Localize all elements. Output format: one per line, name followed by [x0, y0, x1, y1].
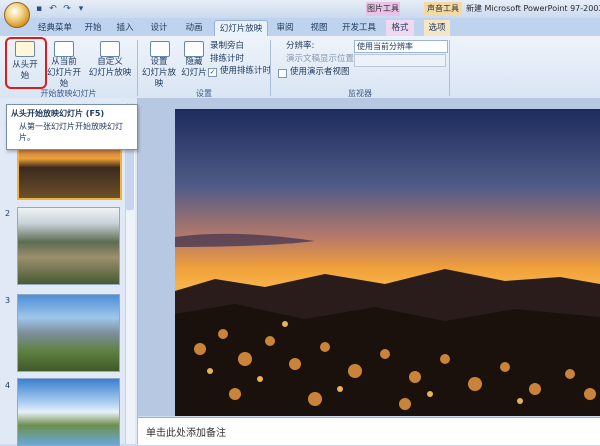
customize-toolbar-icon[interactable]: ▾ [76, 4, 86, 14]
office-button[interactable] [4, 2, 30, 28]
presenter-view-checkbox[interactable] [278, 69, 287, 78]
slide-thumbnail[interactable] [17, 378, 120, 446]
resolution-label: 分辨率: [286, 41, 315, 51]
hide-label-2: 幻灯片 [181, 68, 207, 78]
save-icon[interactable]: ▪ [34, 4, 44, 14]
custom-show-label-1: 自定义 [97, 57, 123, 67]
resolution-value: 使用当前分辨率 [357, 42, 413, 51]
sunset-photo [175, 109, 600, 416]
tab-format[interactable]: 格式 [386, 20, 414, 36]
hide-label-1: 隐藏 [185, 57, 203, 67]
from-current-label-1: 从当前 [51, 57, 77, 67]
notes-pane[interactable]: 单击此处添加备注 [138, 417, 600, 445]
show-on-dropdown[interactable] [354, 54, 446, 67]
window-title: 新建 Microsoft PowerPoint 97-2003 [466, 4, 600, 13]
setup-label-2: 幻灯片放映 [141, 68, 176, 89]
from-current-label-2: 幻灯片开始 [46, 68, 81, 89]
highlight-ring [5, 37, 47, 89]
tab-classic-menu[interactable]: 经典菜单 [34, 20, 76, 36]
slide-number: 3 [5, 296, 11, 305]
custom-slide-show-button[interactable]: 自定义 幻灯片放映 [88, 41, 132, 79]
tab-insert[interactable]: 插入 [112, 20, 138, 36]
tab-slide-show[interactable]: 幻灯片放映 [214, 20, 268, 37]
slide-thumbnail[interactable] [17, 294, 120, 372]
custom-show-icon [100, 41, 120, 57]
tab-options[interactable]: 选项 [424, 20, 450, 36]
custom-show-label-2: 幻灯片放映 [88, 68, 132, 78]
redo-icon[interactable]: ↷ [62, 4, 72, 14]
tooltip: 从头开始放映幻灯片 (F5) 从第一张幻灯片开始放映幻灯片。 [6, 104, 138, 150]
set-up-slide-show-button[interactable]: 设置 幻灯片放映 [140, 41, 178, 90]
setup-icon [150, 41, 170, 57]
resolution-dropdown[interactable]: 使用当前分辨率 [354, 40, 448, 53]
tooltip-body: 从第一张幻灯片开始放映幻灯片。 [19, 122, 123, 142]
record-narration-button[interactable]: 录制旁白 [210, 41, 244, 52]
slide-thumbnail[interactable] [17, 207, 120, 285]
group-divider [449, 40, 450, 96]
tab-design[interactable]: 设计 [146, 20, 172, 36]
hide-slide-icon [184, 41, 204, 57]
tab-home[interactable]: 开始 [80, 20, 106, 36]
current-slide[interactable] [175, 109, 600, 416]
tab-view[interactable]: 视图 [306, 20, 332, 36]
use-timings-checkbox[interactable]: ✓ [208, 68, 217, 77]
tab-developer[interactable]: 开发工具 [338, 20, 380, 36]
rehearse-timings-button[interactable]: 排练计时 [210, 54, 244, 65]
slide-number: 2 [5, 209, 11, 218]
tab-review[interactable]: 审阅 [272, 20, 298, 36]
show-on-label: 演示文稿显示位置: [286, 54, 357, 64]
sound-tools-label: 声音工具 [424, 2, 462, 16]
picture-tools-label: 图片工具 [366, 2, 400, 16]
rehearse-timings-label: 排练计时 [210, 54, 245, 64]
tab-animations[interactable]: 动画 [180, 20, 208, 36]
undo-icon[interactable]: ↶ [48, 4, 58, 14]
from-current-slide-button[interactable]: 从当前 幻灯片开始 [44, 41, 84, 90]
setup-label-1: 设置 [150, 57, 168, 67]
use-timings-label: 使用排练计时 [220, 66, 272, 76]
notes-placeholder: 单击此处添加备注 [146, 428, 226, 439]
group-divider [270, 40, 271, 96]
tooltip-title: 从头开始放映幻灯片 (F5) [11, 109, 105, 118]
presenter-view-label: 使用演示者视图 [290, 67, 350, 77]
record-narration-label: 录制旁白 [210, 41, 245, 51]
slide-number: 4 [5, 381, 11, 390]
hide-slide-button[interactable]: 隐藏 幻灯片 [180, 41, 208, 79]
slide-play-icon [54, 41, 74, 57]
